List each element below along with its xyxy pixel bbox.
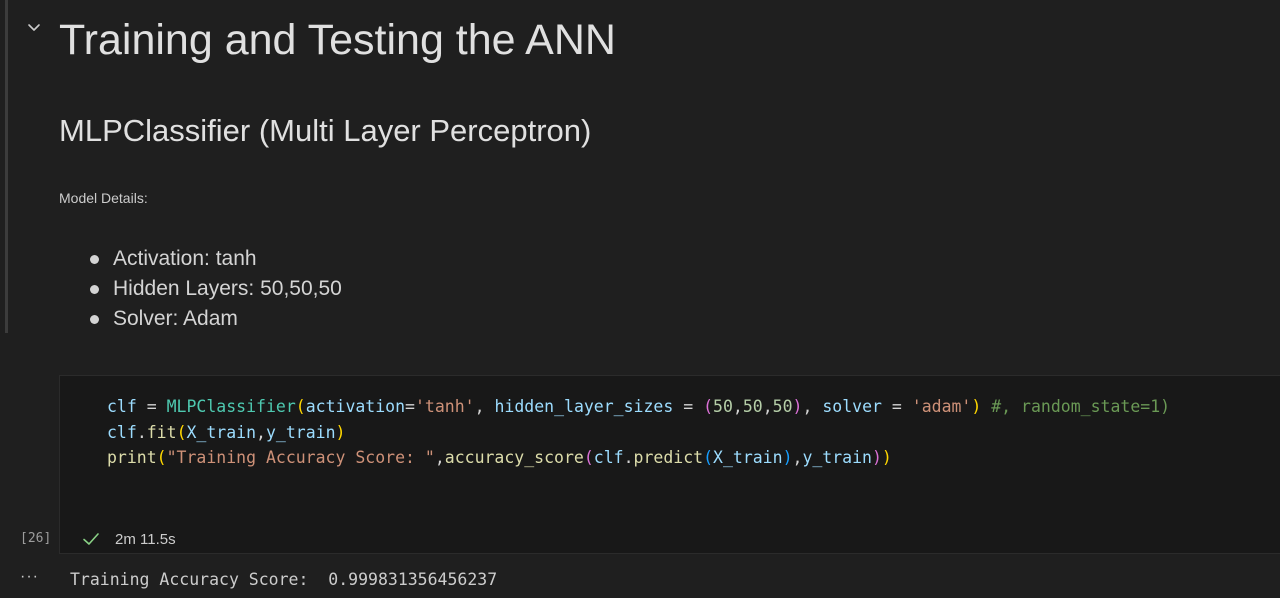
code-token: ) xyxy=(335,422,346,442)
code-token: X_train xyxy=(713,448,783,467)
code-line-2[interactable]: clf.fit(X_train,y_train) xyxy=(107,420,1170,446)
code-token: fit xyxy=(146,422,177,442)
code-token: ( xyxy=(156,448,167,467)
ellipsis-icon[interactable]: ··· xyxy=(20,568,39,586)
code-token: , xyxy=(792,448,803,467)
list-item-text: Activation: tanh xyxy=(113,247,257,270)
code-token: 'adam' xyxy=(911,397,972,416)
code-token: MLPClassifier xyxy=(166,397,296,416)
bullet-dot xyxy=(90,315,99,324)
code-token: "Training Accuracy Score: " xyxy=(166,448,435,467)
code-token: = xyxy=(881,397,912,416)
code-token: clf xyxy=(107,422,137,442)
chevron-down-icon[interactable] xyxy=(23,16,45,38)
model-details-list: Activation: tanh Hidden Layers: 50,50,50… xyxy=(88,244,342,334)
execution-duration: 2m 11.5s xyxy=(115,530,176,548)
code-token: clf xyxy=(107,397,137,416)
code-token: y_train xyxy=(265,422,336,442)
heading-1: Training and Testing the ANN xyxy=(59,16,616,64)
code-token: ( xyxy=(703,397,714,416)
code-token: 50 xyxy=(713,397,733,416)
code-token: , xyxy=(434,448,445,467)
check-icon xyxy=(83,533,99,545)
list-item-text: Hidden Layers: 50,50,50 xyxy=(113,277,342,300)
cell-output: Training Accuracy Score: 0.9998313564562… xyxy=(70,570,498,589)
code-token: = xyxy=(136,397,167,416)
code-token: , xyxy=(762,397,773,416)
bullet-dot xyxy=(90,255,99,264)
code-token: 'tanh' xyxy=(414,397,475,416)
code-token: ) xyxy=(881,448,892,467)
code-token: y_train xyxy=(802,448,872,467)
code-token: = xyxy=(405,397,415,416)
code-token: 50 xyxy=(742,397,763,416)
execution-count: [26] xyxy=(20,531,52,546)
code-editor[interactable]: clf = MLPClassifier(activation='tanh', h… xyxy=(107,394,1170,471)
code-token: print xyxy=(107,448,157,467)
heading-2: MLPClassifier (Multi Layer Perceptron) xyxy=(59,113,592,148)
cell-status: 2m 11.5s xyxy=(82,529,176,549)
code-token: hidden_layer_sizes xyxy=(494,397,674,416)
code-token: ) xyxy=(792,397,803,416)
code-token: . xyxy=(136,422,147,442)
notebook-editor: Training and Testing the ANN MLPClassifi… xyxy=(0,0,1280,598)
code-token: ( xyxy=(176,422,187,442)
list-item-text: Solver: Adam xyxy=(113,307,238,330)
cell-focus-bar xyxy=(5,0,8,333)
code-line-1[interactable]: clf = MLPClassifier(activation='tanh', h… xyxy=(107,394,1170,420)
code-cell-editor[interactable]: clf = MLPClassifier(activation='tanh', h… xyxy=(59,375,1280,554)
code-token: predict xyxy=(633,448,704,467)
code-token: ( xyxy=(583,448,594,467)
model-details-paragraph: Model Details: xyxy=(59,190,148,206)
code-token: ) xyxy=(971,397,982,416)
code-token: = xyxy=(673,397,704,416)
code-token: ( xyxy=(295,397,306,416)
code-token: , xyxy=(802,397,823,416)
code-token: . xyxy=(623,448,634,467)
bullet-dot xyxy=(90,285,99,294)
code-token: activation xyxy=(305,397,406,416)
code-line-3[interactable]: print("Training Accuracy Score: ",accura… xyxy=(107,445,1170,471)
code-token: clf xyxy=(593,448,624,467)
code-token: ) xyxy=(782,448,793,467)
code-token: accuracy_score xyxy=(444,448,584,467)
code-token: ) xyxy=(871,448,882,467)
code-token: , xyxy=(732,397,743,416)
list-item: Activation: tanh xyxy=(88,244,342,274)
code-token: X_train xyxy=(186,422,257,442)
code-token: ( xyxy=(703,448,714,467)
code-token: 50 xyxy=(772,397,793,416)
code-token: , xyxy=(256,422,266,442)
list-item: Hidden Layers: 50,50,50 xyxy=(88,274,342,304)
code-comment: #, random_state=1) xyxy=(991,397,1171,416)
code-token: , xyxy=(474,397,495,416)
list-item: Solver: Adam xyxy=(88,304,342,334)
code-token: solver xyxy=(822,397,882,416)
